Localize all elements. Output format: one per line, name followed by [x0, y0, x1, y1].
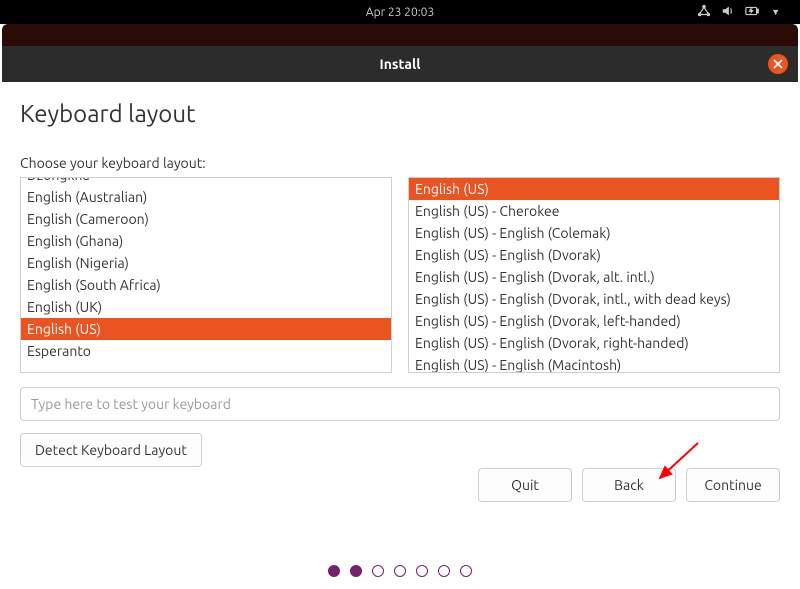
list-item[interactable]: English (South Africa)	[21, 274, 391, 296]
list-item[interactable]: English (Nigeria)	[21, 252, 391, 274]
layout-lists: DzongkhaEnglish (Australian)English (Cam…	[20, 177, 780, 373]
network-icon	[697, 4, 711, 21]
list-item[interactable]: English (US)	[409, 178, 779, 200]
step-dot	[350, 565, 362, 577]
list-item[interactable]: English (Australian)	[21, 186, 391, 208]
volume-icon	[721, 4, 735, 21]
close-icon	[773, 55, 783, 73]
list-item[interactable]: English (Cameroon)	[21, 208, 391, 230]
continue-button[interactable]: Continue	[686, 468, 780, 502]
list-item[interactable]: English (US) - English (Colemak)	[409, 222, 779, 244]
page-title: Keyboard layout	[20, 100, 780, 127]
wizard-nav: Quit Back Continue	[478, 468, 780, 502]
list-item[interactable]: English (US)	[21, 318, 391, 340]
window-decoration-strip	[2, 24, 798, 46]
layout-variant-list[interactable]: English (US)English (US) - CherokeeEngli…	[408, 177, 780, 373]
step-dot	[438, 565, 450, 577]
list-item[interactable]: English (US) - English (Dvorak, alt. int…	[409, 266, 779, 288]
list-item[interactable]: Dzongkha	[21, 177, 391, 186]
step-dot	[460, 565, 472, 577]
step-indicator	[0, 565, 800, 577]
layout-prompt: Choose your keyboard layout:	[20, 155, 780, 171]
step-dot	[372, 565, 384, 577]
list-item[interactable]: English (US) - Cherokee	[409, 200, 779, 222]
list-item[interactable]: English (US) - English (Dvorak)	[409, 244, 779, 266]
window-title: Install	[380, 56, 421, 72]
list-item[interactable]: English (US) - English (Macintosh)	[409, 354, 779, 373]
close-button[interactable]	[768, 54, 788, 74]
quit-button[interactable]: Quit	[478, 468, 572, 502]
list-item[interactable]: English (Ghana)	[21, 230, 391, 252]
list-item[interactable]: English (US) - English (Dvorak, right-ha…	[409, 332, 779, 354]
clock-label: Apr 23 20:03	[366, 6, 434, 19]
topbar-status-area[interactable]: ▼	[697, 4, 780, 21]
system-topbar: Apr 23 20:03 ▼	[0, 0, 800, 24]
list-item[interactable]: English (US) - English (Dvorak, intl., w…	[409, 288, 779, 310]
step-dot	[328, 565, 340, 577]
step-dot	[416, 565, 428, 577]
keyboard-test-input[interactable]	[20, 387, 780, 421]
back-button[interactable]: Back	[582, 468, 676, 502]
list-item[interactable]: Esperanto	[21, 340, 391, 362]
layout-language-list[interactable]: DzongkhaEnglish (Australian)English (Cam…	[20, 177, 392, 373]
list-item[interactable]: English (US) - English (Dvorak, left-han…	[409, 310, 779, 332]
battery-icon	[745, 4, 761, 21]
list-item[interactable]: English (UK)	[21, 296, 391, 318]
step-dot	[394, 565, 406, 577]
detect-layout-button[interactable]: Detect Keyboard Layout	[20, 433, 202, 467]
installer-page: Keyboard layout Choose your keyboard lay…	[0, 82, 800, 467]
window-titlebar: Install	[2, 46, 798, 82]
chevron-down-icon: ▼	[771, 7, 780, 17]
